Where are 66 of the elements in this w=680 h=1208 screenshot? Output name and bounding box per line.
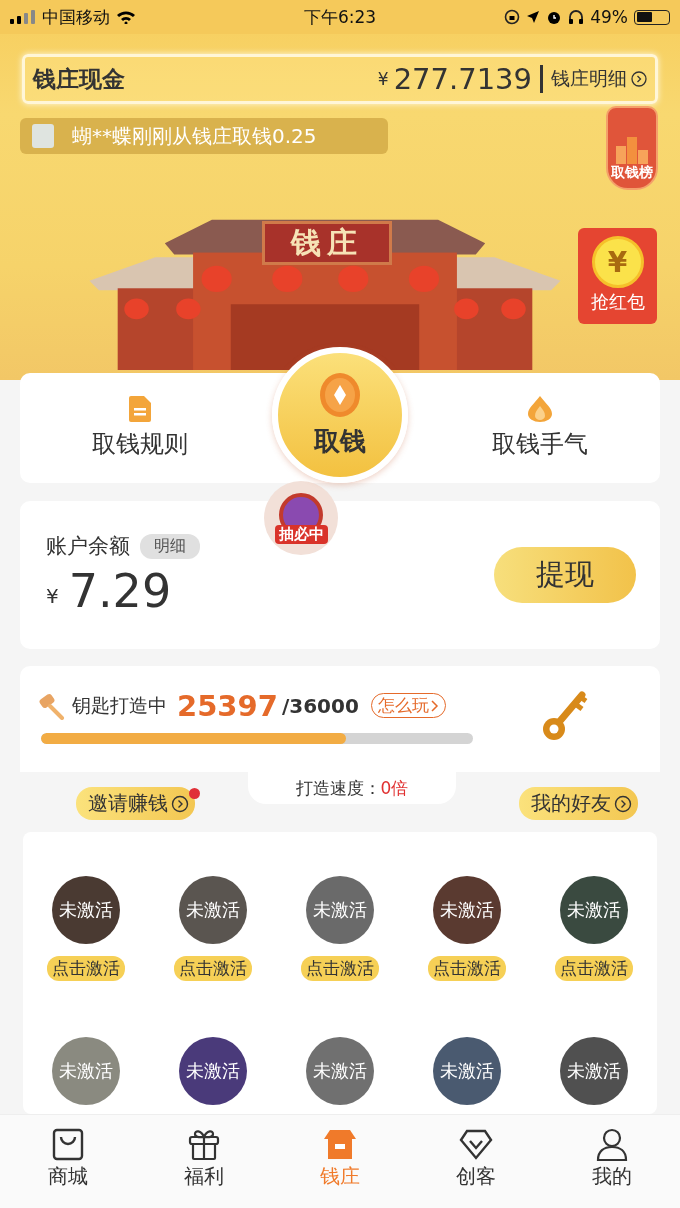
my-friends-button[interactable]: 我的好友 [519,787,638,820]
lottery-badge[interactable]: 抽必中 [264,481,338,555]
building-sign: 钱庄 [262,221,392,265]
balance-amount: 7.29 [68,564,172,618]
speed-label: 打造速度： [295,776,381,800]
tab-item[interactable]: 我的 [544,1115,680,1208]
forge-title: 钥匙打造中 [72,692,167,718]
alarm-icon [546,9,563,25]
cash-title: 钱庄现金 [33,64,125,94]
wifi-icon [116,10,136,24]
location-icon [526,10,541,24]
cash-amount: 277.7139 [393,62,532,96]
shopping-bag-icon [50,1127,86,1161]
tab-item[interactable]: 创客 [408,1115,544,1208]
rotation-lock-icon [504,9,521,25]
chevron-icon [614,794,632,813]
coin-icon [319,371,361,418]
friend-avatar[interactable]: 未激活 [432,876,501,944]
friend-avatar[interactable]: 未激活 [559,876,628,944]
detail-button[interactable]: 明细 [140,533,200,559]
friend-avatar[interactable]: 未激活 [559,1036,628,1105]
activate-button[interactable]: 点击激活 [554,956,633,981]
battery-percent: 49% [590,7,628,27]
friend-avatar[interactable]: 未激活 [179,1036,248,1105]
flame-icon [526,396,554,422]
document-icon [129,396,151,422]
ranking-badge[interactable]: 取钱榜 [606,106,658,190]
luck-button[interactable]: 取钱手气 [420,396,660,460]
currency-sign: ¥ [46,584,59,608]
battery-icon [634,9,670,25]
cash-out-button[interactable]: 提现 [494,547,636,603]
rules-button[interactable]: 取钱规则 [20,396,260,460]
signal-icon [10,10,36,24]
tab-item[interactable]: 商城 [0,1115,136,1208]
forge-current: 25397 [177,688,278,723]
headphones-icon [568,9,585,25]
cash-detail-link[interactable]: 钱庄明细 [551,66,647,92]
status-time: 下午6:23 [303,5,377,29]
tab-item[interactable]: 福利 [136,1115,272,1208]
diamond-icon [458,1127,494,1161]
speed-value: 0倍 [380,776,409,800]
currency-sign: ¥ [377,69,389,89]
friend-avatar[interactable]: 未激活 [306,876,374,944]
balance-label: 账户余额 [46,533,130,560]
invite-button[interactable]: 邀请赚钱 [76,787,195,820]
friend-avatar[interactable]: 未激活 [432,1036,501,1105]
activate-button[interactable]: 点击激活 [174,956,253,981]
chevron-icon [171,794,189,813]
friend-avatar[interactable]: 未激活 [306,1036,374,1105]
key-icon [540,689,590,743]
activate-button[interactable]: 点击激活 [47,956,126,981]
hammer-icon [38,691,66,720]
activate-button[interactable]: 点击激活 [427,956,506,981]
forge-total: /36000 [281,693,359,718]
ticker-text: 蝴**蝶刚刚从钱庄取钱0.25 [72,122,317,150]
chevron-icon [631,71,647,87]
avatar-placeholder [32,124,54,148]
friend-avatar[interactable]: 未激活 [179,876,248,944]
house-icon [322,1127,358,1161]
user-icon [594,1127,630,1161]
activate-button[interactable]: 点击激活 [301,956,379,981]
grab-packet-button[interactable]: ¥ 抢红包 [578,228,657,324]
chevron-icon [430,699,439,712]
gift-icon [186,1127,222,1161]
friend-avatar[interactable]: 未激活 [52,876,121,944]
carrier-name: 中国移动 [42,5,110,29]
